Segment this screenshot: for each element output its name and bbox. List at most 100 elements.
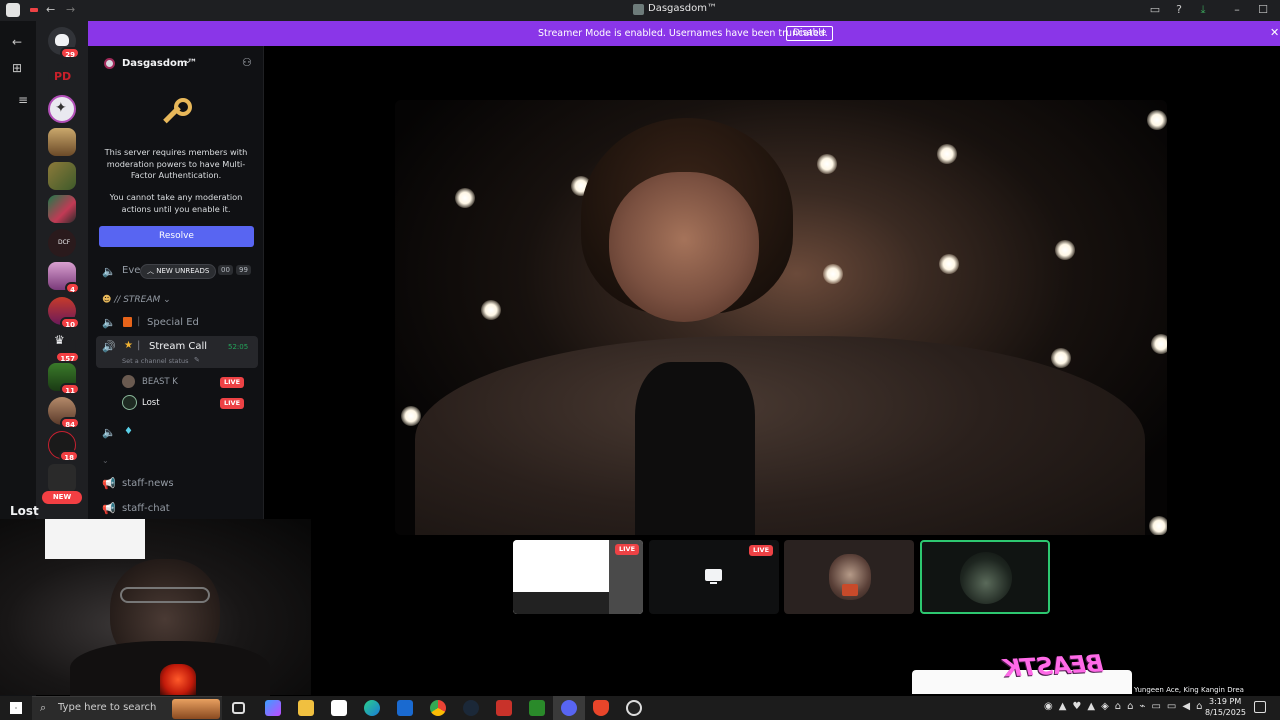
server-icon-dark[interactable]: DCF <box>48 229 76 257</box>
browser-menu-button[interactable] <box>6 3 20 17</box>
voice-channel-special-ed[interactable]: 🔈 | Special Ed <box>96 312 256 334</box>
crown-icon: ♛ <box>54 333 65 347</box>
windows-start-icon[interactable] <box>10 702 22 714</box>
close-icon[interactable]: ✕ <box>1270 26 1279 39</box>
forward-arrow-icon[interactable]: → <box>66 3 75 16</box>
participant-tile-lost[interactable] <box>920 540 1050 614</box>
server-icon-avatar[interactable] <box>48 128 76 156</box>
stream-thumbnail-screen[interactable]: LIVE <box>513 540 643 614</box>
obs-icon[interactable] <box>626 700 642 716</box>
server-icon-green[interactable] <box>48 162 76 190</box>
clock-date[interactable]: 8/15/2025 <box>1205 708 1246 717</box>
notification-badge: 29 <box>60 47 80 59</box>
mfa-message: This server requires members with modera… <box>104 147 248 180</box>
notification-badge: 11 <box>60 383 80 395</box>
chevron-down-icon: ⌄ <box>163 295 171 305</box>
back-icon[interactable]: ← <box>8 33 26 51</box>
person-face <box>609 172 759 322</box>
category-stream[interactable]: ☻ // STREAM ⌄ <box>102 295 171 305</box>
key-icon <box>160 98 194 132</box>
task-view-icon[interactable] <box>232 702 245 714</box>
clock-time[interactable]: 3:19 PM <box>1209 697 1241 706</box>
stream-thumbnail-screenshare[interactable]: LIVE <box>649 540 779 614</box>
outlook-icon[interactable] <box>397 700 413 716</box>
chrome-icon[interactable] <box>430 700 446 716</box>
channel-status[interactable]: Set a channel status <box>122 357 189 365</box>
emoji-icon: ☻ <box>102 295 112 305</box>
server-icon-crown[interactable]: ♛ 157 <box>48 331 80 363</box>
new-servers-pill[interactable]: NEW <box>42 491 82 504</box>
channel-divider: | <box>137 316 141 327</box>
voice-member-beast-k[interactable]: BEAST K LIVE <box>96 371 256 393</box>
search-placeholder: Type here to search <box>58 702 157 713</box>
speaker-icon: 🔈 <box>102 426 116 439</box>
voice-channel-stream-call[interactable]: 🔊 ★ | Stream Call 52:05 Set a channel st… <box>96 336 258 368</box>
live-badge: LIVE <box>220 377 244 388</box>
call-timer: 52:05 <box>228 343 249 351</box>
help-icon[interactable]: ? <box>1172 3 1186 17</box>
star-icon: ★ <box>124 340 133 351</box>
download-icon[interactable]: ⤓ <box>1196 3 1210 17</box>
server-icon-pink[interactable]: 4 <box>48 262 80 294</box>
copilot-icon[interactable] <box>265 700 281 716</box>
streamer-mode-banner: Streamer Mode is enabled. Usernames have… <box>88 21 1280 46</box>
discord-icon[interactable] <box>561 700 577 716</box>
server-icon-face[interactable]: 84 <box>48 397 80 429</box>
live-badge: LIVE <box>615 544 639 555</box>
server-icon-pd[interactable]: PD <box>48 63 76 91</box>
avatar <box>122 395 137 410</box>
server-icon-forest[interactable]: 11 <box>48 363 80 395</box>
system-tray[interactable]: ◉▲♥▲◈⌂⌂⌁▭▭◀⌂ <box>1044 701 1208 712</box>
speaker-active-icon: 🔊 <box>102 340 116 353</box>
server-icon-geometric[interactable] <box>48 195 76 223</box>
server-icon-character[interactable]: 10 <box>48 297 80 329</box>
notification-badge: 18 <box>59 450 79 462</box>
tab-indicator[interactable] <box>30 8 38 12</box>
resolve-button[interactable]: Resolve <box>99 226 254 247</box>
maximize-button[interactable]: ☐ <box>1256 3 1270 17</box>
back-arrow-icon[interactable]: ← <box>46 3 55 16</box>
taskbar-search[interactable]: ⌕ Type here to search <box>32 696 222 720</box>
server-icon-text: PD <box>54 70 72 83</box>
add-member-icon[interactable]: ⚇ <box>242 56 252 69</box>
server-icon-mercedes[interactable]: ✦ <box>48 95 76 123</box>
text-channel-staff-news[interactable]: 📢 staff-news <box>96 473 256 495</box>
channel-divider: | <box>137 340 141 351</box>
pencil-icon[interactable]: ✎ <box>194 356 200 364</box>
voice-member-lost[interactable]: Lost LIVE <box>96 392 256 414</box>
minimize-button[interactable]: – <box>1230 3 1244 17</box>
apps-grid-icon[interactable]: ⊞ <box>8 59 26 77</box>
notification-badge: 157 <box>55 351 80 363</box>
inbox-icon[interactable]: ▭ <box>1148 3 1162 17</box>
disable-button[interactable]: Disable <box>786 26 834 41</box>
speaker-icon: 🔈 <box>102 265 116 278</box>
microphone <box>160 664 196 695</box>
nvidia-icon[interactable] <box>529 700 545 716</box>
collapsed-category[interactable]: ⌄ <box>102 456 109 465</box>
steam-icon[interactable] <box>463 700 479 716</box>
gem-icon: ♦ <box>124 426 133 437</box>
member-name: BEAST K <box>142 377 178 387</box>
text-channel-staff-chat[interactable]: 📢 staff-chat <box>96 498 256 520</box>
chevron-up-icon: ︿ <box>147 267 154 275</box>
focused-stream-video[interactable] <box>395 100 1167 535</box>
chevron-down-icon: ⌄ <box>184 56 192 66</box>
direct-messages-button[interactable]: 29 <box>48 27 80 59</box>
voice-channel-gem[interactable]: 🔈 ♦ <box>96 422 256 444</box>
channel-emoji-icon <box>123 317 132 327</box>
server-header[interactable]: Dasgasdom™ ⌄ ⚇ <box>88 46 264 80</box>
edge-icon[interactable] <box>364 700 380 716</box>
game-app-icon[interactable] <box>496 700 512 716</box>
participant-tile-beast-k[interactable] <box>784 540 914 614</box>
server-rail: 29 PD ✦ DCF 4 10 ♛ 157 11 84 18 NEW <box>36 21 88 520</box>
server-icon-red-logo[interactable]: 18 <box>48 431 79 462</box>
new-unreads-pill[interactable]: ︿ NEW UNREADS <box>140 264 217 279</box>
store-icon[interactable] <box>331 700 347 716</box>
server-icon-signature[interactable] <box>48 464 76 492</box>
brave-icon[interactable] <box>593 700 609 716</box>
hamburger-menu-icon[interactable]: ≡ <box>14 91 32 109</box>
file-explorer-icon[interactable] <box>298 700 314 716</box>
notifications-icon[interactable] <box>1254 701 1266 713</box>
channel-sidebar: Dasgasdom™ ⌄ ⚇ This server requires memb… <box>88 46 264 520</box>
window-title: Dasgasdom™ <box>648 3 717 14</box>
